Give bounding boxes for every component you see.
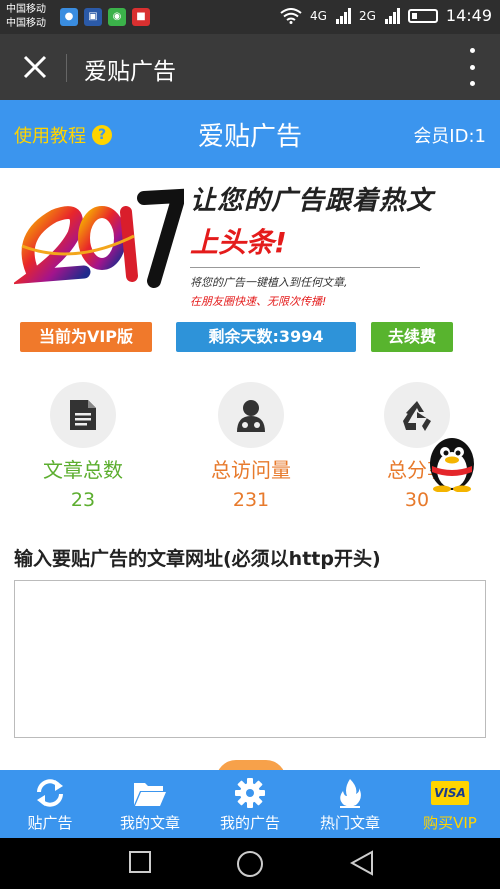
app-bar: 爱贴广告 (0, 34, 500, 100)
banner-divider (190, 267, 420, 268)
stat-label: 文章总数 (43, 458, 123, 482)
stat-value: 231 (232, 489, 270, 511)
flame-icon (340, 779, 361, 808)
article-url-input[interactable] (14, 580, 486, 738)
banner-caption-2: 在朋友圈快速、无限次传播! (190, 295, 327, 308)
nav-label: 贴广告 (27, 814, 73, 832)
bottom-nav: 贴广告 我的文章 我的广告 热门文章 VISA 购买VIP (0, 770, 500, 838)
nav-label: 热门文章 (319, 814, 380, 832)
stat-value: 23 (70, 489, 96, 511)
news-app-icon: ■ (132, 8, 150, 26)
carrier-labels: 中国移动 中国移动 (6, 3, 46, 31)
carrier-1: 中国移动 (6, 4, 46, 15)
stat-icon-circle (218, 382, 284, 448)
refresh-icon (37, 779, 63, 807)
carrier-2: 中国移动 (6, 18, 46, 29)
stat-value: 30 (404, 489, 430, 511)
recycle-icon (403, 401, 431, 431)
renew-button[interactable]: 去续费 (371, 322, 453, 352)
visa-icon: VISA (431, 781, 469, 805)
network-2g-label: 2G (358, 8, 376, 23)
folder-icon (134, 783, 166, 806)
nav-label: 我的文章 (119, 814, 180, 832)
signal-icon-1 (335, 7, 351, 24)
system-nav-bar (0, 838, 500, 889)
video-app-icon: ▣ (84, 8, 102, 26)
notification-icons: ● ▣ ◉ ■ (60, 8, 150, 26)
close-icon (23, 55, 47, 79)
status-bar: 中国移动 中国移动 ● ▣ ◉ ■ 4G 2G 14:49 (0, 0, 500, 34)
close-button[interactable] (18, 50, 52, 84)
signal-icon-2 (384, 7, 400, 24)
document-icon (70, 400, 96, 430)
visitor-icon (237, 400, 265, 432)
stat-articles: 文章总数 23 (18, 382, 148, 511)
banner-text: 让您的广告跟着热文 上头条! 将您的广告一键植入到任何文章, 在朋友圈快速、无限… (190, 180, 433, 309)
wifi-icon (280, 7, 302, 24)
nav-label: 我的广告 (219, 814, 280, 832)
more-dot (469, 64, 475, 70)
nav-item-buy-vip[interactable]: VISA 购买VIP (400, 770, 500, 838)
back-icon[interactable] (350, 850, 374, 876)
url-input-label: 输入要贴广告的文章网址(必须以http开头) (14, 548, 381, 570)
banner-headline: 让您的广告跟着热文 (190, 186, 434, 216)
qq-penguin-icon[interactable] (426, 434, 478, 492)
nav-item-my-ads[interactable]: 我的广告 (200, 770, 300, 838)
stat-icon-circle (50, 382, 116, 448)
more-dot (469, 81, 475, 86)
remaining-days-badge: 剩余天数:3994 (176, 322, 356, 352)
gear-icon (235, 778, 265, 808)
wechat-icon: ◉ (108, 8, 126, 26)
stat-label: 总访问量 (211, 458, 291, 482)
network-4g-label: 4G (310, 8, 327, 23)
stat-visits: 总访问量 231 (186, 382, 316, 511)
nav-item-post-ad[interactable]: 贴广告 (0, 770, 100, 838)
app-title: 爱贴广告 (84, 59, 176, 85)
home-icon[interactable] (236, 850, 264, 878)
more-menu-button[interactable] (466, 48, 478, 86)
nav-item-my-articles[interactable]: 我的文章 (100, 770, 200, 838)
nav-label: 购买VIP (423, 814, 477, 832)
battery-icon (407, 8, 438, 23)
nav-item-hot-articles[interactable]: 热门文章 (300, 770, 400, 838)
banner-caption-1: 将您的广告一键植入到任何文章, (190, 276, 348, 289)
recent-apps-icon[interactable] (128, 850, 152, 874)
clock: 14:49 (445, 6, 492, 25)
promo-banner: 让您的广告跟着热文 上头条! 将您的广告一键植入到任何文章, 在朋友圈快速、无限… (0, 168, 500, 308)
member-id: 会员ID:1 (413, 126, 486, 147)
page-header: 使用教程 ? 爱贴广告 会员ID:1 (0, 100, 500, 168)
app-bar-divider (66, 54, 67, 82)
year-2017-art (14, 188, 184, 288)
message-icon: ● (60, 8, 78, 26)
status-right: 4G 2G 14:49 (280, 6, 492, 25)
vip-status-badge: 当前为VIP版 (20, 322, 152, 352)
banner-subheadline: 上头条! (190, 226, 287, 259)
more-dot (469, 48, 475, 53)
